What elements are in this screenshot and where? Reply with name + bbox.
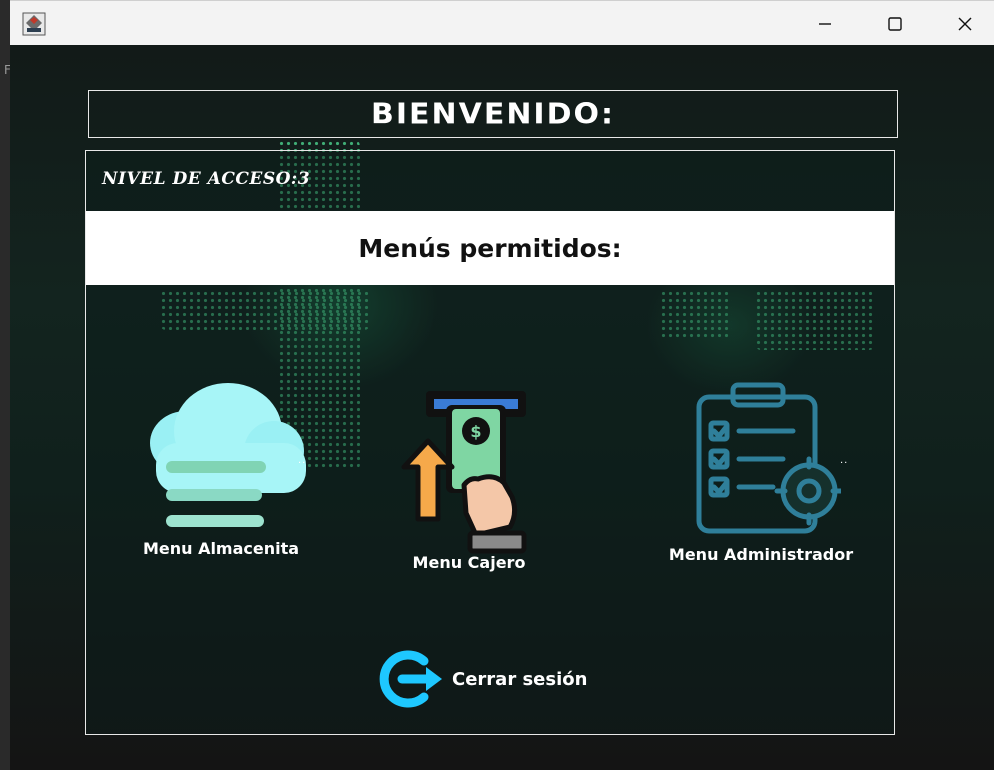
welcome-title: BIENVENIDO: bbox=[370, 97, 615, 131]
minimize-icon bbox=[819, 22, 831, 25]
menu-almacenita-label: Menu Almacenita bbox=[142, 539, 300, 558]
welcome-header: BIENVENIDO: bbox=[88, 90, 898, 138]
clipboard-gear-icon bbox=[696, 382, 841, 534]
menu-panel: NIVEL DE ACCESO:3 Menús permitidos: Menu… bbox=[85, 150, 895, 735]
menu-administrador-button[interactable]: Menu Administrador bbox=[651, 379, 871, 564]
menu-almacenita-button[interactable]: Menu Almacenita bbox=[111, 383, 331, 558]
logout-button[interactable]: Cerrar sesión bbox=[376, 649, 587, 709]
atm-cash-icon: $ bbox=[401, 391, 527, 554]
menu-cajero-label: Menu Cajero bbox=[412, 553, 526, 572]
cloud-icon bbox=[150, 383, 306, 527]
maximize-icon bbox=[888, 16, 902, 31]
menu-administrador-label: Menu Administrador bbox=[668, 545, 854, 564]
java-app-icon bbox=[22, 12, 46, 36]
menus-heading-band: Menús permitidos: bbox=[86, 211, 894, 285]
window-frame-left: F bbox=[0, 0, 11, 770]
logout-icon bbox=[379, 650, 442, 708]
minimize-button[interactable] bbox=[790, 1, 860, 46]
trailing-dots: .. bbox=[840, 455, 849, 466]
menus-title: Menús permitidos: bbox=[358, 233, 622, 263]
maximize-button[interactable] bbox=[860, 1, 930, 46]
logout-label: Cerrar sesión bbox=[452, 668, 588, 690]
title-bar[interactable] bbox=[10, 0, 994, 46]
menu-cajero-button[interactable]: $ Menu Cajero bbox=[359, 387, 579, 572]
access-level-label: NIVEL DE ACCESO:3 bbox=[102, 169, 311, 189]
svg-text:$: $ bbox=[470, 422, 481, 441]
close-button[interactable] bbox=[930, 1, 994, 46]
close-icon bbox=[958, 17, 972, 30]
trailing-dots: .. bbox=[298, 455, 307, 466]
